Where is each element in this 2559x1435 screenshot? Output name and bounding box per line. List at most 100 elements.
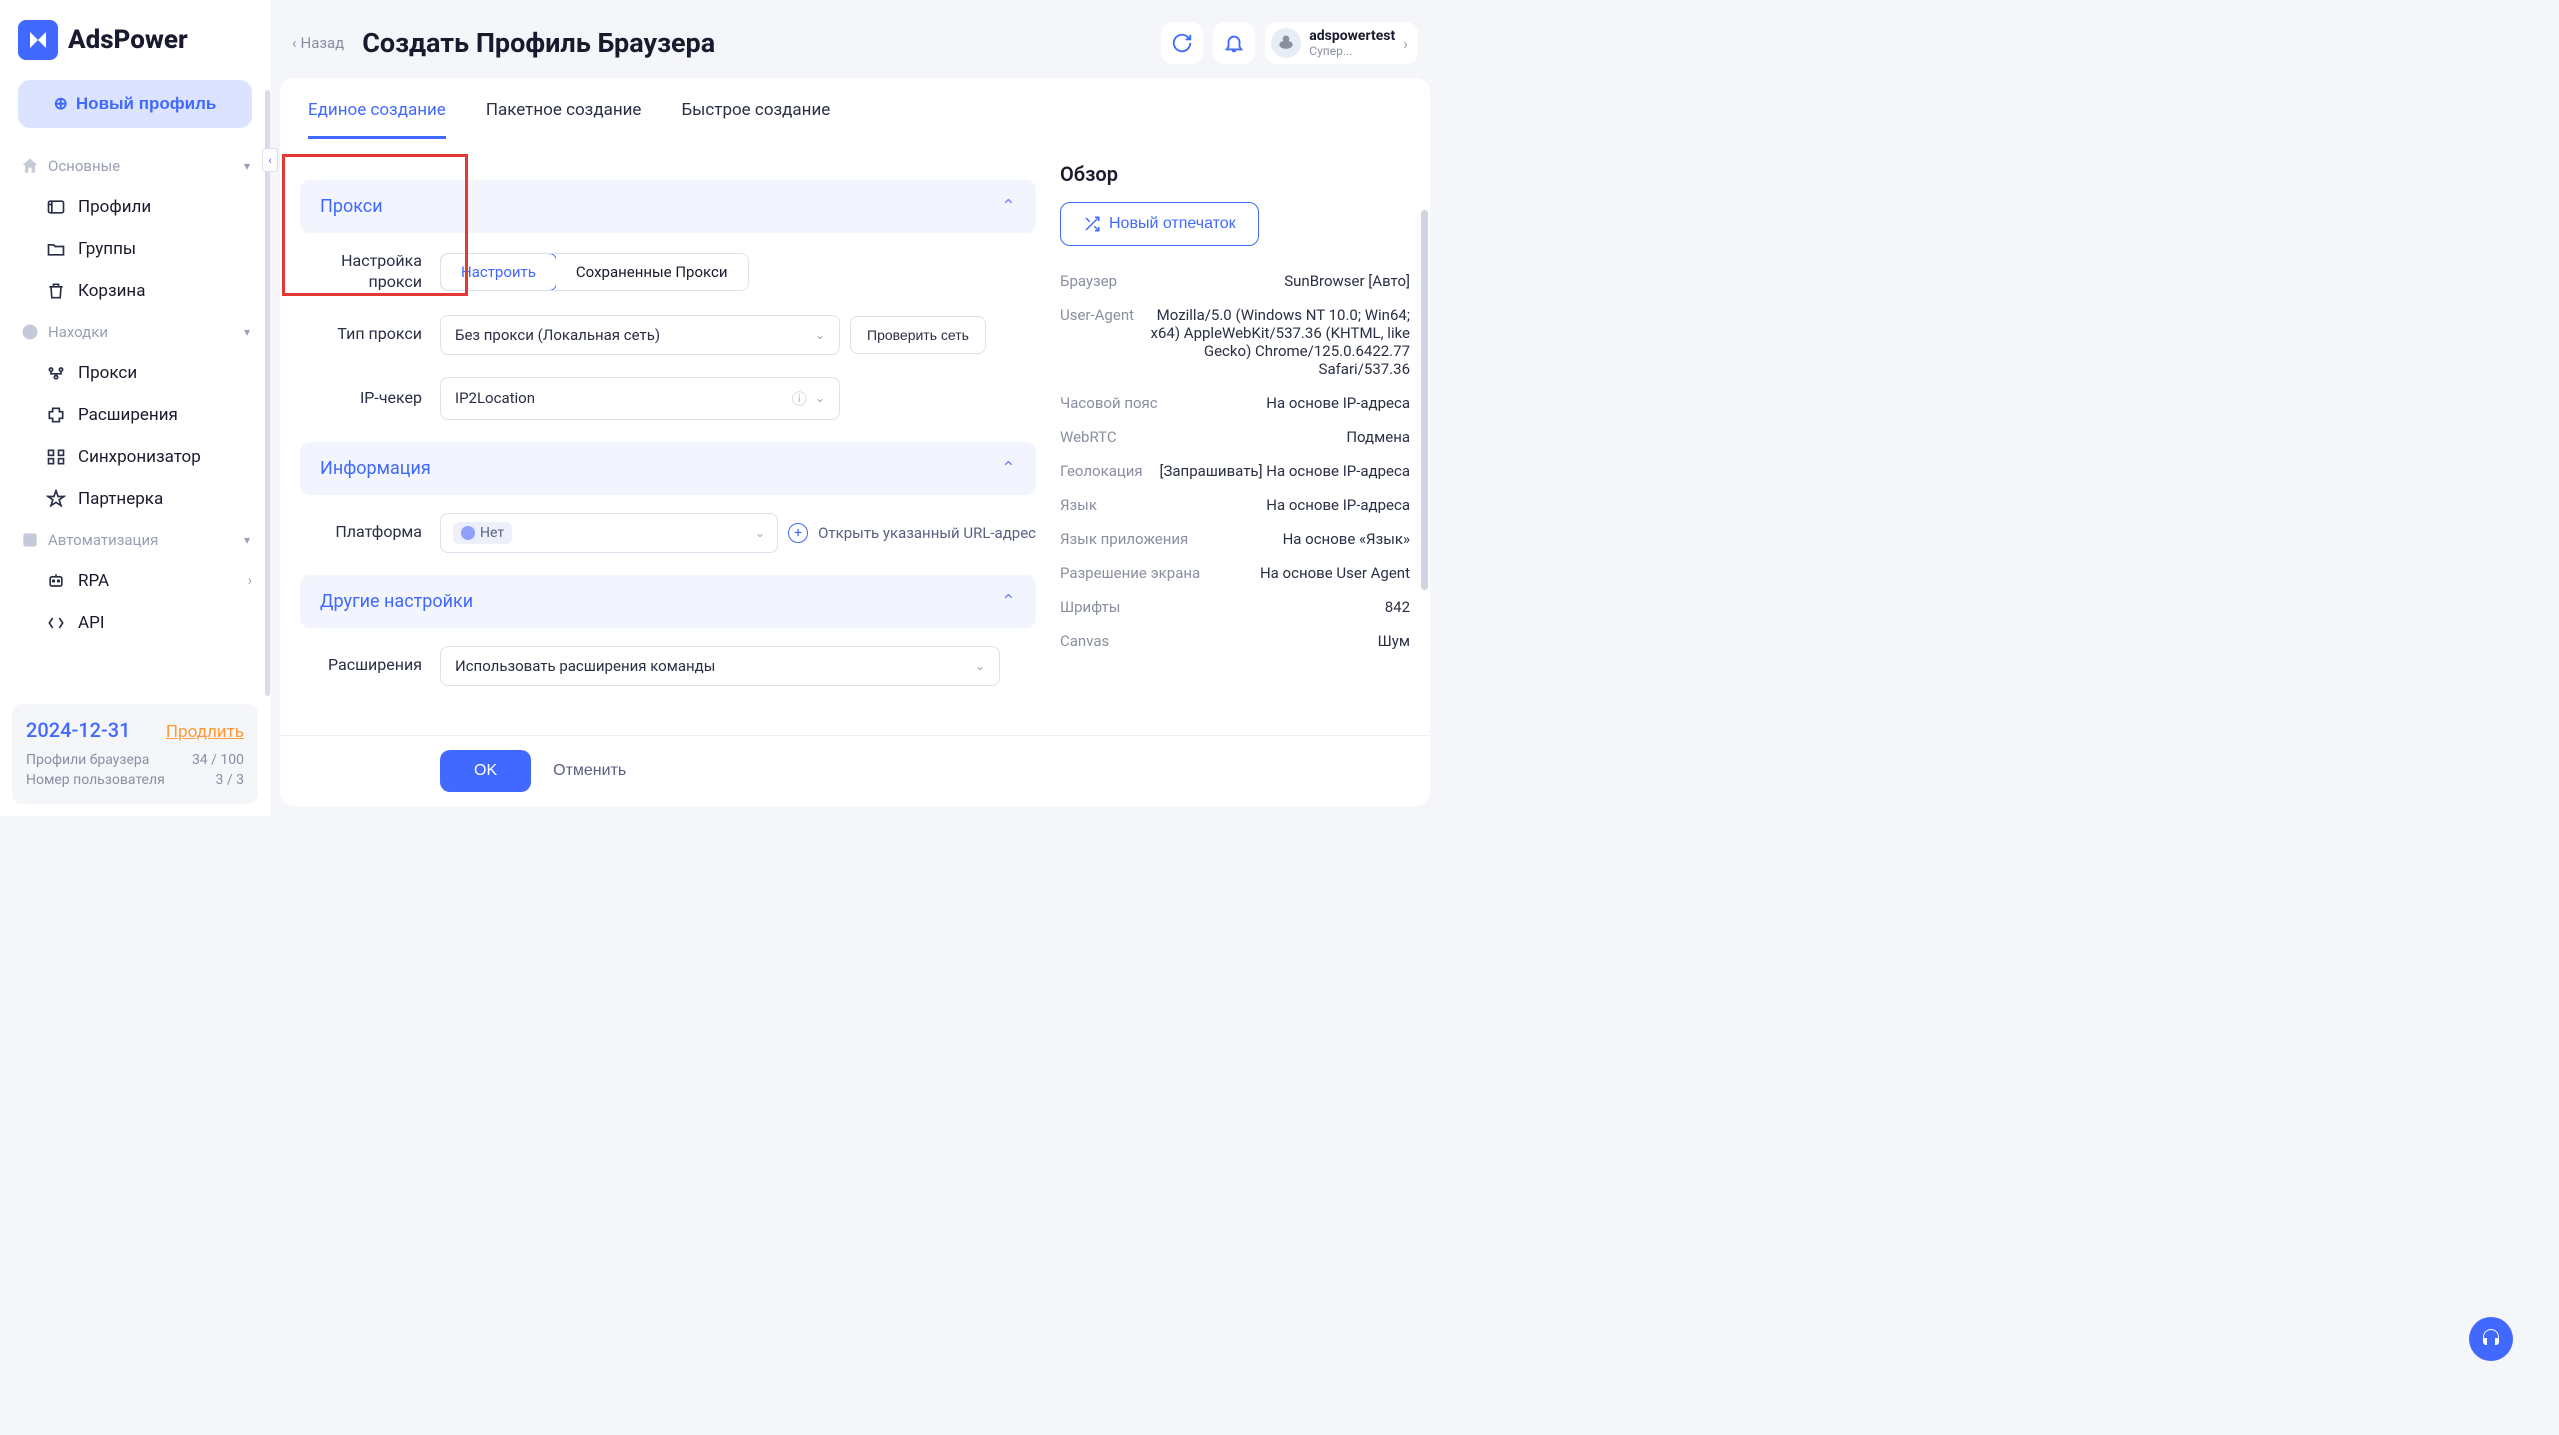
- tabs: Единое создание Пакетное создание Быстро…: [280, 78, 1430, 140]
- logo-icon: [18, 20, 58, 60]
- chevron-up-icon: ⌃: [1001, 196, 1016, 217]
- home-icon: [20, 156, 40, 176]
- brand-name: AdsPower: [68, 25, 188, 55]
- headset-icon: [2479, 1327, 2503, 1351]
- new-profile-label: Новый профиль: [76, 94, 216, 114]
- chevron-down-icon: ⌄: [975, 659, 985, 673]
- proxy-type-select[interactable]: Без прокси (Локальная сеть) ⌄: [440, 315, 840, 355]
- seg-configure[interactable]: Настроить: [440, 253, 557, 291]
- user-name: adspowertest: [1309, 28, 1395, 44]
- summary-title: Обзор: [1060, 162, 1410, 186]
- summary-row: ЯзыкНа основе IP-адреса: [1060, 488, 1410, 522]
- sync-icon: [46, 447, 66, 467]
- help-fab[interactable]: [2469, 1317, 2513, 1361]
- stat-users: Номер пользователя 3 / 3: [26, 770, 244, 790]
- platform-tag: Нет: [453, 522, 512, 544]
- chevron-down-icon: ▾: [244, 533, 250, 547]
- label-proxy-setting: Настройка прокси: [300, 251, 440, 293]
- sidebar-collapse-button[interactable]: ‹: [262, 148, 278, 172]
- page-title: Создать Профиль Браузера: [362, 27, 715, 59]
- tab-single-create[interactable]: Единое создание: [308, 100, 446, 139]
- extensions-select[interactable]: Использовать расширения команды ⌄: [440, 646, 1000, 686]
- trash-icon: [46, 281, 66, 301]
- notifications-button[interactable]: [1213, 22, 1255, 64]
- chevron-down-icon: ▾: [244, 325, 250, 339]
- footer-actions: OK Отменить: [280, 735, 1430, 806]
- main: ‹ Назад Создать Профиль Браузера adspowe…: [270, 0, 1440, 816]
- summary-row: WebRTCПодмена: [1060, 420, 1410, 454]
- plus-icon: ⊕: [54, 94, 68, 114]
- content-card: Единое создание Пакетное создание Быстро…: [280, 78, 1430, 806]
- section-other[interactable]: Другие настройки ⌃: [300, 575, 1036, 628]
- brand-row: AdsPower: [0, 0, 270, 74]
- shuffle-icon: [1083, 215, 1101, 233]
- subscription-date: 2024-12-31: [26, 718, 131, 742]
- sidebar-item-profiles[interactable]: Профили: [6, 186, 264, 228]
- sidebar-scrollbar[interactable]: [265, 90, 270, 696]
- label-platform: Платформа: [300, 522, 440, 543]
- new-profile-button[interactable]: ⊕ Новый профиль: [18, 80, 252, 128]
- sidebar-item-extensions[interactable]: Расширения: [6, 394, 264, 436]
- sidebar-item-proxies[interactable]: Прокси: [6, 352, 264, 394]
- add-platform-button[interactable]: +: [788, 523, 808, 543]
- tab-quick-create[interactable]: Быстрое создание: [681, 100, 830, 139]
- avatar: [1271, 28, 1301, 58]
- check-network-button[interactable]: Проверить сеть: [850, 316, 986, 354]
- nav-section-automation[interactable]: Автоматизация ▾: [6, 520, 264, 560]
- chevron-down-icon: ⌄: [755, 526, 765, 540]
- page-header: ‹ Назад Создать Профиль Браузера adspowe…: [280, 0, 1430, 78]
- sidebar-item-rpa[interactable]: RPA ›: [6, 560, 264, 602]
- check-icon: [20, 322, 40, 342]
- nav-section-finds[interactable]: Находки ▾: [6, 312, 264, 352]
- user-menu[interactable]: adspowertest Супер... ›: [1265, 22, 1418, 64]
- sidebar-item-sync[interactable]: Синхронизатор: [6, 436, 264, 478]
- chevron-down-icon: ⌄: [815, 328, 825, 342]
- star-icon: [46, 489, 66, 509]
- sync-button[interactable]: [1161, 22, 1203, 64]
- summary-row: Шрифты842: [1060, 590, 1410, 624]
- open-url-text: Открыть указанный URL-адрес: [818, 524, 1036, 542]
- label-extensions: Расширения: [300, 655, 440, 676]
- nav-section-basics[interactable]: Основные ▾: [6, 146, 264, 186]
- sidebar-item-api[interactable]: API: [6, 602, 264, 644]
- section-info[interactable]: Информация ⌃: [300, 442, 1036, 495]
- tab-batch-create[interactable]: Пакетное создание: [486, 100, 642, 139]
- proxy-icon: [46, 363, 66, 383]
- summary-panel: Обзор Новый отпечаток БраузерSunBrowser …: [1060, 154, 1410, 735]
- sidebar-footer: 2024-12-31 Продлить Профили браузера 34 …: [12, 704, 258, 804]
- ok-button[interactable]: OK: [440, 750, 531, 792]
- chevron-up-icon: ⌃: [1001, 591, 1016, 612]
- info-icon: ⓘ: [792, 388, 807, 409]
- summary-row: Геолокация[Запрашивать] На основе IP-адр…: [1060, 454, 1410, 488]
- summary-row: Язык приложенияНа основе «Язык»: [1060, 522, 1410, 556]
- label-proxy-type: Тип прокси: [300, 324, 440, 345]
- chevron-down-icon: ⌄: [815, 391, 825, 405]
- chevron-down-icon: ▾: [244, 159, 250, 173]
- chevron-right-icon: ›: [248, 573, 252, 589]
- user-role: Супер...: [1309, 44, 1395, 58]
- chevron-right-icon: ›: [1403, 34, 1408, 53]
- new-fingerprint-button[interactable]: Новый отпечаток: [1060, 202, 1259, 246]
- cancel-button[interactable]: Отменить: [553, 762, 626, 780]
- sidebar-item-partner[interactable]: Партнерка: [6, 478, 264, 520]
- proxy-setting-segment: Настроить Сохраненные Прокси: [440, 253, 749, 291]
- globe-icon: [461, 526, 475, 540]
- summary-row: БраузерSunBrowser [Авто]: [1060, 264, 1410, 298]
- puzzle-icon: [46, 405, 66, 425]
- sidebar-item-groups[interactable]: Группы: [6, 228, 264, 270]
- ip-checker-select[interactable]: IP2Location ⓘ ⌄: [440, 377, 840, 420]
- back-link[interactable]: ‹ Назад: [292, 34, 344, 52]
- bell-icon: [1223, 32, 1245, 54]
- sidebar-item-trash[interactable]: Корзина: [6, 270, 264, 312]
- stat-profiles: Профили браузера 34 / 100: [26, 750, 244, 770]
- robot-icon: [46, 571, 66, 591]
- platform-select[interactable]: Нет ⌄: [440, 513, 778, 553]
- chevron-up-icon: ⌃: [1001, 458, 1016, 479]
- content-scrollbar[interactable]: [1421, 210, 1428, 590]
- extend-link[interactable]: Продлить: [166, 722, 244, 742]
- summary-row: Часовой поясНа основе IP-адреса: [1060, 386, 1410, 420]
- label-ip-checker: IP-чекер: [300, 388, 440, 409]
- section-proxy[interactable]: Прокси ⌃: [300, 180, 1036, 233]
- seg-saved-proxies[interactable]: Сохраненные Прокси: [556, 254, 748, 290]
- automation-icon: [20, 530, 40, 550]
